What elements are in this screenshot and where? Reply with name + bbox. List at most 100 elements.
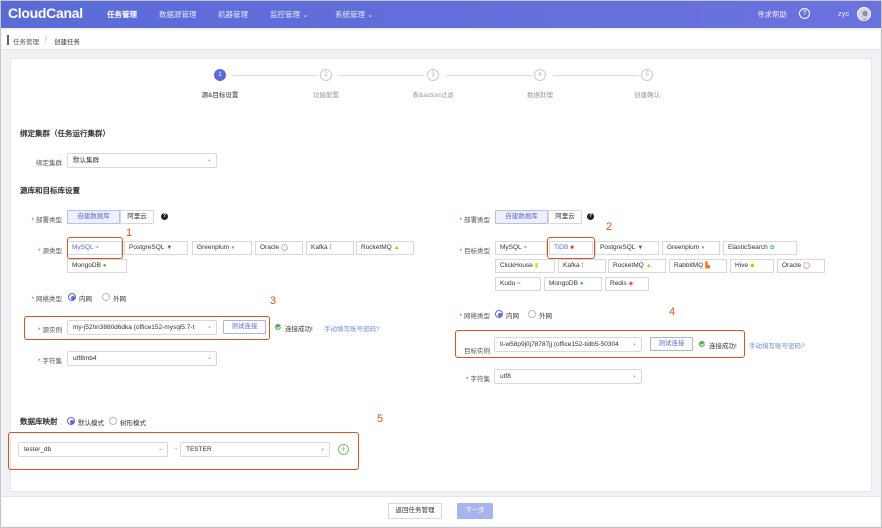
source-deploy-self-hosted[interactable]: 自建数据库 xyxy=(67,210,120,224)
target-type-oracle-label: Oracle xyxy=(782,262,802,269)
step-connector xyxy=(232,75,318,76)
source-network-internet-label[interactable]: 外网 xyxy=(113,293,126,303)
source-type-oracle[interactable]: Oracle ◯ xyxy=(255,241,303,255)
annotation-number-2: 2 xyxy=(606,221,613,233)
annotation-box-2 xyxy=(547,237,595,259)
target-type-kudu[interactable]: Kudu ≈ xyxy=(495,277,541,291)
rabbitmq-icon: ▙ xyxy=(705,263,710,269)
nav-item-machines[interactable]: 机器管理 xyxy=(218,9,248,20)
target-type-elasticsearch[interactable]: ElasticSearch ✿ xyxy=(723,241,797,255)
source-type-kafka[interactable]: Kafka ⁞ xyxy=(306,241,354,255)
source-type-oracle-label: Oracle xyxy=(260,244,280,251)
oracle-icon: ◯ xyxy=(281,245,288,251)
postgresql-icon: ▼ xyxy=(166,245,173,251)
source-type-greenplum[interactable]: Greenplum ● xyxy=(192,241,252,255)
target-charset-label: * 字符集 xyxy=(465,376,491,383)
target-deploy-self-hosted[interactable]: 自建数据库 xyxy=(495,210,548,224)
target-type-rocketmq-label: RocketMQ xyxy=(613,262,644,269)
target-charset-label-text: 字符集 xyxy=(470,376,491,383)
target-type-rabbitmq[interactable]: RabbitMQ ▙ xyxy=(669,259,727,273)
source-type-kafka-label: Kafka xyxy=(311,244,328,251)
step-connector xyxy=(553,75,639,76)
help-icon[interactable]: ? xyxy=(161,213,168,220)
brand-logo[interactable]: CloudCanal xyxy=(8,5,83,21)
annotation-box-3 xyxy=(24,316,270,340)
source-type-postgresql[interactable]: PostgreSQL ▼ xyxy=(124,241,188,255)
target-type-oracle[interactable]: Oracle ◯ xyxy=(777,259,825,273)
target-type-mongodb[interactable]: MongoDB ● xyxy=(544,277,602,291)
target-deploy-aliyun[interactable]: 阿里云 xyxy=(548,210,582,224)
target-manual-credentials-link[interactable]: 手动填写账号密码? xyxy=(749,340,805,350)
target-charset-value: utf8 xyxy=(500,373,511,380)
nav-item-tasks[interactable]: 任务管理 xyxy=(107,9,137,20)
source-type-mongodb-label: MongoDB xyxy=(72,262,101,269)
target-type-mysql[interactable]: MySQL ≈ xyxy=(495,241,547,255)
target-type-label: * 目标类型 xyxy=(459,248,490,255)
greenplum-icon: ● xyxy=(231,245,235,251)
target-deploy-label-text: 部署类型 xyxy=(464,217,490,224)
avatar[interactable] xyxy=(857,7,871,21)
source-network-intranet-radio[interactable] xyxy=(68,293,76,301)
mongodb-icon: ● xyxy=(579,281,584,287)
help-icon[interactable]: ? xyxy=(587,213,594,220)
mapping-tree-mode-radio[interactable] xyxy=(109,417,117,425)
nav-item-system[interactable]: 系统管理 ⌄ xyxy=(335,9,373,20)
target-type-redis[interactable]: Redis ◈ xyxy=(605,277,649,291)
annotation-number-4: 4 xyxy=(669,306,676,318)
chevron-down-icon: ⌄ xyxy=(631,373,637,379)
source-manual-credentials-link[interactable]: 手动填写账号密码? xyxy=(324,323,380,333)
target-type-greenplum[interactable]: Greenplum ● xyxy=(662,241,720,255)
source-type-mongodb[interactable]: MongoDB ● xyxy=(67,259,127,273)
target-network-intranet-radio[interactable] xyxy=(495,310,503,318)
step-2-indicator: 2 xyxy=(320,69,332,81)
annotation-number-1: 1 xyxy=(126,227,133,239)
step-5-indicator: 5 xyxy=(641,69,653,81)
step-1-indicator: 1 xyxy=(214,69,226,81)
user-name[interactable]: zyc xyxy=(838,9,849,18)
postgresql-icon: ▼ xyxy=(637,245,644,251)
source-charset-label-text: 字符集 xyxy=(42,358,63,365)
mapping-section-title: 数据库映射 xyxy=(20,417,58,426)
cluster-section-title: 绑定集群（任务运行集群） xyxy=(20,129,110,138)
target-type-postgresql[interactable]: PostgreSQL ▼ xyxy=(595,241,659,255)
source-network-internet-radio[interactable] xyxy=(102,293,110,301)
annotation-box-1 xyxy=(67,237,123,259)
source-deploy-aliyun[interactable]: 阿里云 xyxy=(120,210,154,224)
target-network-intranet-label[interactable]: 内网 xyxy=(506,310,519,320)
target-network-internet-radio[interactable] xyxy=(528,310,536,318)
next-step-button[interactable]: 下一步 xyxy=(457,503,493,519)
mapping-default-mode-radio[interactable] xyxy=(67,417,75,425)
target-type-rocketmq[interactable]: RocketMQ ▲ xyxy=(608,259,666,273)
breadcrumb-marker xyxy=(7,35,9,45)
target-type-rabbitmq-label: RabbitMQ xyxy=(674,262,704,269)
nav-item-datasources[interactable]: 数据源管理 xyxy=(159,9,197,20)
source-network-intranet-label[interactable]: 内网 xyxy=(79,293,92,303)
target-type-hive[interactable]: Hive ◆ xyxy=(730,259,774,273)
elasticsearch-icon: ✿ xyxy=(769,245,775,251)
target-type-clickhouse[interactable]: ClickHouse ▮ xyxy=(495,259,555,273)
cluster-select[interactable]: 默认集群 ⌄ xyxy=(67,153,217,168)
breadcrumb-current: 创建任务 xyxy=(54,39,80,46)
target-network-label-text: 网络类型 xyxy=(464,313,490,320)
target-network-label: * 网络类型 xyxy=(459,313,490,320)
annotation-number-3: 3 xyxy=(270,295,277,307)
annotation-box-5 xyxy=(8,432,359,470)
source-charset-select[interactable]: utf8mb4 ⌄ xyxy=(67,351,217,366)
target-network-internet-label[interactable]: 外网 xyxy=(539,310,552,320)
hive-icon: ◆ xyxy=(750,263,755,269)
target-type-mongodb-label: MongoDB xyxy=(549,280,578,287)
breadcrumb-parent[interactable]: 任务管理 xyxy=(13,36,39,46)
target-charset-select[interactable]: utf8 ⌄ xyxy=(494,369,642,384)
source-type-rocketmq[interactable]: RocketMQ ▲ xyxy=(356,241,414,255)
nav-item-monitoring[interactable]: 监控管理 ⌄ xyxy=(270,9,308,20)
target-type-kudu-label: Kudu xyxy=(500,280,516,287)
mysql-icon: ≈ xyxy=(523,245,527,251)
mapping-default-mode-label[interactable]: 默认模式 xyxy=(78,417,104,427)
help-link[interactable]: 寻求帮助 xyxy=(757,9,787,20)
target-type-kafka[interactable]: Kafka ⁞ xyxy=(558,259,606,273)
back-to-tasks-button[interactable]: 返回任务管理 xyxy=(388,503,442,519)
target-type-label-text: 目标类型 xyxy=(464,248,490,255)
kafka-icon: ⁞ xyxy=(329,245,332,251)
mapping-tree-mode-label[interactable]: 树形模式 xyxy=(120,417,146,427)
question-icon[interactable]: ? xyxy=(799,8,810,19)
